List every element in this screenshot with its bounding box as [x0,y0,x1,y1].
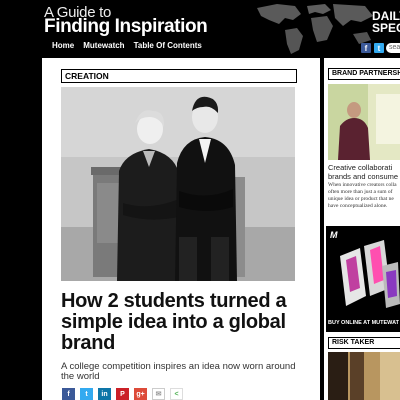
nav-home[interactable]: Home [52,41,74,50]
brand-partnership-body: When innovative creators colla often mor… [328,182,400,210]
risk-taker-header[interactable]: RISK TAKER [328,337,400,349]
partner-logo[interactable]: DAILY SPECI [372,10,400,34]
body-line-2: often more than just a sum of [328,189,393,195]
share-icon[interactable]: < [170,388,183,400]
pinterest-share-icon[interactable]: P [116,388,129,400]
ad-graphic [340,240,400,308]
world-map-graphic [257,4,373,54]
risk-taker-image[interactable] [328,352,400,400]
brand-partnership-image[interactable] [328,84,400,160]
linkedin-share-icon[interactable]: in [98,388,111,400]
nav-table-of-contents[interactable]: Table Of Contents [134,41,202,50]
body-line-4: have conceptualized alone. [328,203,388,209]
body-line-1: When innovative creators colla [328,182,397,188]
email-share-icon[interactable]: ✉ [152,388,165,400]
article-photo-image [61,87,295,281]
article-photo[interactable] [61,87,295,281]
brand-partnership-header[interactable]: BRAND PARTNERSH [328,68,400,80]
section-label[interactable]: CREATION [61,69,297,83]
ad-cta: BUY ONLINE AT MUTEWAT [328,320,399,326]
main-nav: Home Mutewatch Table Of Contents [52,41,202,50]
site-title[interactable]: Finding Inspiration [44,16,208,38]
twitter-share-icon[interactable]: t [80,388,93,400]
mutewatch-ad[interactable]: M BUY ONLINE AT MUTEWAT [326,226,400,332]
google-plus-share-icon[interactable]: g+ [134,388,147,400]
search-input[interactable]: searc [386,43,400,53]
facebook-share-icon[interactable]: f [62,388,75,400]
share-bar: f t in P g+ ✉ < [62,388,183,400]
header-social: f t [361,43,384,53]
twitter-icon[interactable]: t [374,43,384,53]
partner-logo-line2: SPECI [372,21,400,35]
nav-mutewatch[interactable]: Mutewatch [83,41,124,50]
caption-line-2: brands and consume [328,172,399,181]
article-subhead: A college competition inspires an idea n… [61,361,296,382]
brand-partnership-caption[interactable]: Creative collaborati brands and consume [328,163,400,181]
caption-line-1: Creative collaborati [328,163,393,172]
brand-partnership-photo [328,84,400,160]
article-headline[interactable]: How 2 students turned a simple idea into… [61,291,301,354]
body-line-3: unique idea or product that ne [328,196,394,202]
risk-taker-photo [328,352,400,400]
facebook-icon[interactable]: f [361,43,371,53]
